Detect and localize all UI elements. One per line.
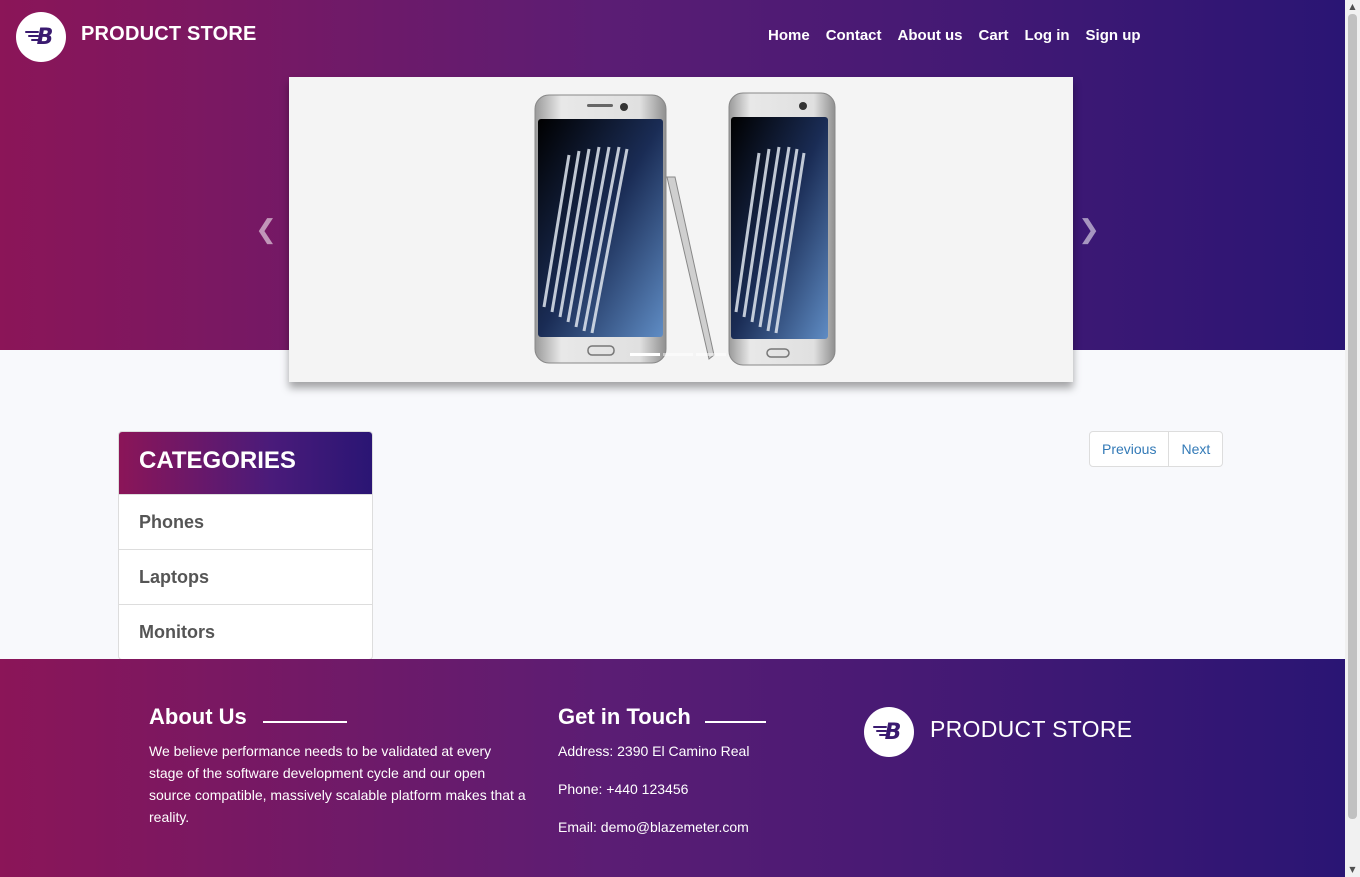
categories-panel: CATEGORIES Phones Laptops Monitors [118,431,373,660]
contact-address: Address: 2390 El Camino Real [558,743,750,759]
about-us-heading: About Us [149,704,247,729]
nav-about-us[interactable]: About us [890,27,971,44]
scroll-down-icon[interactable]: ▼ [1345,863,1360,877]
carousel-prev-icon[interactable]: ❮ [254,215,278,245]
carousel-indicator-2[interactable] [663,353,693,356]
carousel-slide[interactable] [289,77,1073,382]
main-nav: Home Contact About us Cart Log in Sign u… [760,27,1149,44]
pagination: Previous Next [1089,431,1224,467]
scrollbar-thumb[interactable] [1348,14,1357,819]
carousel-next-icon[interactable]: ❯ [1077,215,1101,245]
scroll-up-icon[interactable]: ▲ [1345,0,1360,14]
next-button[interactable]: Next [1168,432,1222,466]
contact-email: Email: demo@blazemeter.com [558,819,749,835]
brand-logo-icon[interactable]: B [16,12,66,62]
carousel-indicator-3[interactable] [696,353,726,356]
nav-contact[interactable]: Contact [818,27,890,44]
footer-logo-icon: B [864,707,914,757]
about-us-divider [263,721,347,723]
vertical-scrollbar[interactable]: ▲ ▼ [1345,0,1360,877]
previous-button[interactable]: Previous [1090,432,1168,466]
contact-phone: Phone: +440 123456 [558,781,689,797]
page: B PRODUCT STORE Home Contact About us Ca… [0,0,1345,877]
nav-cart[interactable]: Cart [971,27,1017,44]
nav-sign-up[interactable]: Sign up [1078,27,1149,44]
category-monitors[interactable]: Monitors [119,604,372,659]
get-in-touch-heading: Get in Touch [558,704,691,729]
phones-image [534,92,836,366]
carousel-indicator-1[interactable] [630,353,660,356]
brand-name-link[interactable]: PRODUCT STORE [81,23,257,46]
category-phones[interactable]: Phones [119,494,372,549]
carousel-indicators [630,353,726,356]
footer: About Us We believe performance needs to… [0,659,1345,877]
about-us-text: We believe performance needs to be valid… [149,743,526,825]
get-in-touch-divider [705,721,766,723]
nav-home[interactable]: Home [760,27,818,44]
categories-title[interactable]: CATEGORIES [119,432,372,494]
footer-brand: PRODUCT STORE [930,716,1133,742]
nav-log-in[interactable]: Log in [1017,27,1078,44]
category-laptops[interactable]: Laptops [119,549,372,604]
